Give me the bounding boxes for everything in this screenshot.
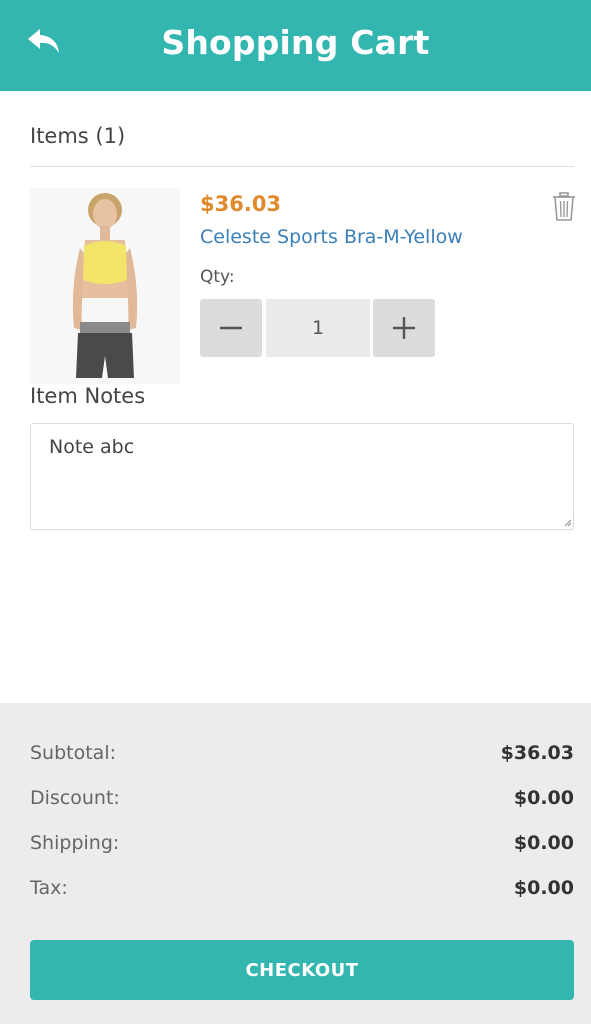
summary-row-tax: Tax: $0.00 — [30, 874, 574, 902]
qty-label: Qty: — [200, 267, 235, 287]
plus-icon — [393, 317, 415, 339]
summary-row-subtotal: Subtotal: $36.03 — [30, 739, 574, 767]
minus-icon — [220, 326, 242, 330]
summary-row-discount: Discount: $0.00 — [30, 784, 574, 812]
delete-item-button[interactable] — [551, 192, 577, 222]
items-count-heading: Items (1) — [30, 124, 574, 167]
summary-row-shipping: Shipping: $0.00 — [30, 829, 574, 857]
summary-label: Discount: — [30, 787, 120, 809]
summary-value: $36.03 — [500, 742, 574, 764]
qty-input[interactable] — [266, 299, 370, 357]
item-notes-label: Item Notes — [30, 384, 146, 408]
summary-value: $0.00 — [513, 787, 574, 809]
summary-value: $0.00 — [513, 877, 574, 899]
summary-label: Shipping: — [30, 832, 120, 854]
summary-value: $0.00 — [513, 832, 574, 854]
resize-grip-icon[interactable] — [564, 519, 572, 527]
product-image[interactable] — [30, 188, 180, 384]
trash-icon — [553, 192, 575, 221]
item-notes-textarea[interactable]: Note abc — [30, 423, 574, 530]
item-name-link[interactable]: Celeste Sports Bra-M-Yellow — [200, 226, 463, 248]
checkout-button[interactable]: CHECKOUT — [30, 940, 574, 1000]
summary-label: Subtotal: — [30, 742, 117, 764]
item-price: $36.03 — [200, 192, 282, 216]
qty-decrement-button[interactable] — [200, 299, 262, 357]
page-title: Shopping Cart — [161, 23, 430, 62]
summary-label: Tax: — [30, 877, 68, 899]
qty-increment-button[interactable] — [373, 299, 435, 357]
app-header: Shopping Cart — [0, 0, 591, 91]
